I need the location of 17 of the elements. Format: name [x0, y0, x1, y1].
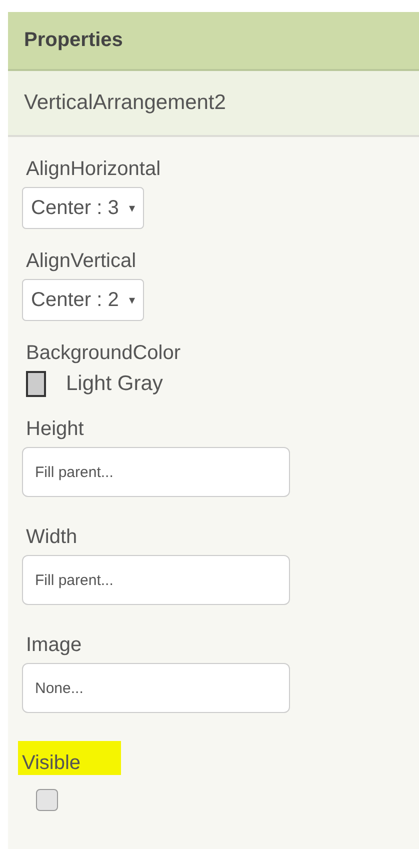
- property-label: Image: [25, 633, 83, 657]
- color-name: Light Gray: [66, 372, 163, 396]
- input-field[interactable]: Fill parent...: [22, 447, 290, 497]
- property-label: BackgroundColor: [25, 341, 182, 365]
- property-label: AlignVertical: [25, 249, 138, 273]
- property-label: Visible: [18, 741, 121, 775]
- checkbox[interactable]: [36, 789, 58, 811]
- property-label: Height: [25, 417, 85, 441]
- property-label: Width: [25, 525, 78, 549]
- input-field[interactable]: None...: [22, 663, 290, 713]
- property-label: AlignHorizontal: [25, 157, 162, 181]
- input-field[interactable]: Fill parent...: [22, 555, 290, 605]
- panel-title: Properties: [24, 29, 123, 52]
- component-name: VerticalArrangement2: [24, 91, 226, 115]
- color-swatch[interactable]: [26, 371, 46, 397]
- dropdown[interactable]: Center : 3 ▾: [22, 187, 144, 229]
- dropdown[interactable]: Center : 2 ▾: [22, 279, 144, 321]
